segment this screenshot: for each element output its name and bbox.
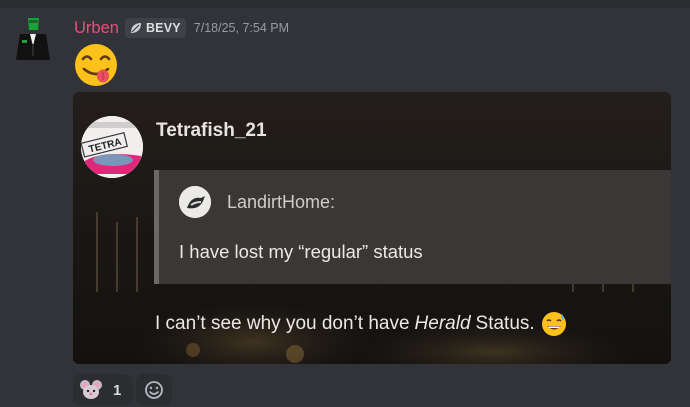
yum-face-icon xyxy=(75,44,117,86)
bird-icon xyxy=(179,186,211,218)
body-text-italic: Herald xyxy=(414,313,471,334)
quote-text: I have lost my “regular” status xyxy=(179,241,423,262)
sweat-smile-emoji-icon xyxy=(541,312,566,336)
message-header: Urben BEVY 7/18/25, 7:54 PM xyxy=(74,16,289,40)
previous-message-fade xyxy=(0,0,690,8)
quote-author-avatar[interactable] xyxy=(179,186,211,218)
embed-body: I can’t see why you don’t have Herald St… xyxy=(155,311,567,337)
tetra-logo-icon: TETRA xyxy=(81,116,143,178)
user-avatar[interactable] xyxy=(12,16,54,60)
reaction-mouse[interactable]: 1 xyxy=(73,374,133,406)
quoted-post-embed[interactable]: TETRA Tetrafish_21 LandirtHome: I have l… xyxy=(73,92,671,364)
quote-author-name[interactable]: LandirtHome: xyxy=(227,192,335,213)
avatar-figure-icon xyxy=(12,16,54,60)
mouse-emoji-icon xyxy=(80,380,102,399)
body-text-before: I can’t see why you don’t have xyxy=(155,313,410,334)
reaction-count: 1 xyxy=(113,381,122,399)
add-reaction-button[interactable] xyxy=(136,374,172,406)
reply-quote[interactable]: LandirtHome: I have lost my “regular” st… xyxy=(154,170,671,284)
timestamp[interactable]: 7/18/25, 7:54 PM xyxy=(194,21,289,35)
add-reaction-icon xyxy=(145,381,163,399)
embed-author-name[interactable]: Tetrafish_21 xyxy=(156,120,267,142)
yum-face-emoji[interactable] xyxy=(73,42,119,88)
server-tag[interactable]: BEVY xyxy=(124,18,186,38)
body-text-after: Status. xyxy=(475,313,535,334)
leaf-icon xyxy=(130,23,141,33)
server-tag-label: BEVY xyxy=(145,21,181,35)
username[interactable]: Urben xyxy=(74,19,119,38)
embed-author-avatar[interactable]: TETRA xyxy=(81,116,143,178)
